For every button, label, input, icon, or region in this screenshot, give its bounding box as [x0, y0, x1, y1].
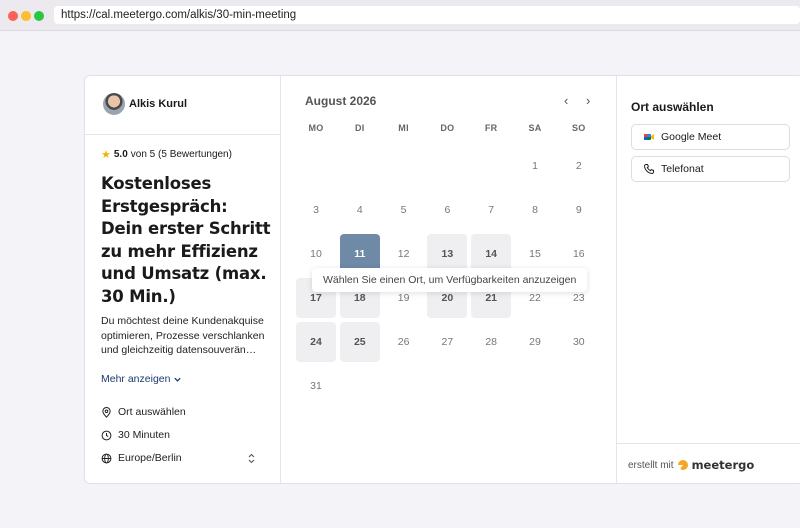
telefonat-label: Telefonat [661, 163, 704, 175]
location-title: Ort auswählen [631, 100, 714, 114]
calendar-day[interactable]: 24 [296, 322, 336, 362]
calendar: August 2026 ‹ › MO DI MI DO FR SA SO 1 2 3 4 5 6 7 8 9… [281, 76, 616, 483]
prev-month-button[interactable]: ‹ [564, 93, 568, 108]
event-title: Kostenloses Erstgespräch: Dein erster Sc… [101, 174, 271, 306]
calendar-day: 7 [488, 204, 495, 216]
meta-location: Ort auswählen [101, 406, 186, 418]
close-window-icon[interactable] [8, 11, 18, 21]
show-more-link[interactable]: Mehr anzeigen [101, 373, 182, 385]
calendar-day[interactable]: 25 [339, 322, 380, 362]
month-label: August 2026 [305, 94, 377, 108]
maximize-window-icon[interactable] [34, 11, 44, 21]
rating-score: 5.0 [113, 149, 128, 160]
meta-duration: 30 Minuten [101, 429, 170, 441]
availability-tooltip: Wählen Sie einen Ort, um Verfügbarkeiten… [312, 268, 588, 292]
rating: ★ 5.0 von 5 (5 Bewertungen) [101, 148, 232, 161]
calendar-day: 30 [572, 336, 585, 348]
made-with-label: erstellt mit [628, 459, 674, 471]
globe-icon [101, 453, 112, 463]
timezone-label: Europe/Berlin [118, 452, 182, 464]
branding-footer: erstellt mit meetergo [617, 443, 800, 483]
chevron-up-down-icon[interactable] [247, 453, 256, 466]
calendar-day: 31 [310, 380, 322, 392]
calendar-day: 8 [532, 204, 538, 216]
calendar-day: 1 [532, 160, 538, 172]
google-meet-icon [644, 134, 654, 140]
location-panel: Ort auswählen Google Meet Telefonat erst… [616, 76, 800, 483]
meta-location-label: Ort auswählen [118, 406, 186, 418]
show-more-label: Mehr anzeigen [101, 373, 171, 385]
weekday-label: SO [571, 123, 586, 133]
calendar-day: 28 [485, 336, 498, 348]
weekday-label: MI [398, 123, 409, 133]
calendar-day: 5 [400, 204, 407, 216]
calendar-day: 2 [575, 160, 582, 172]
calendar-day: 3 [313, 204, 319, 216]
calendar-day: 27 [441, 336, 454, 348]
calendar-day: 26 [397, 336, 410, 348]
calendar-day: 6 [444, 204, 451, 216]
brand-name: meetergo [691, 458, 755, 472]
meetergo-logo-icon [677, 460, 688, 470]
booking-card: Alkis Kurul ★ 5.0 von 5 (5 Bewertungen) … [84, 75, 800, 484]
chevron-down-icon [174, 377, 182, 382]
weekday-label: FR [484, 123, 498, 133]
map-pin-icon [102, 406, 111, 418]
next-month-button[interactable]: › [586, 93, 590, 108]
event-description: Du möchtest deine Kundenakquise optimier… [101, 315, 265, 356]
weekday-label: DI [354, 123, 365, 133]
avatar [103, 93, 125, 115]
calendar-day: 4 [356, 204, 363, 216]
made-with[interactable]: erstellt mit meetergo [628, 458, 754, 472]
location-option-google-meet[interactable]: Google Meet [631, 124, 790, 150]
browser-toolbar: https://cal.meetergo.com/alkis/30-min-me… [0, 0, 800, 31]
meta-duration-label: 30 Minuten [118, 429, 170, 441]
location-option-telefonat[interactable]: Telefonat [631, 156, 790, 182]
star-icon: ★ [101, 149, 111, 161]
weekday-label: DO [440, 123, 455, 133]
event-info-panel: Alkis Kurul ★ 5.0 von 5 (5 Bewertungen) … [85, 76, 281, 483]
host-name: Alkis Kurul [129, 98, 188, 110]
rating-details: von 5 (5 Bewertungen) [130, 149, 232, 160]
calendar-day: 9 [575, 204, 582, 216]
weekday-label: SA [528, 123, 542, 133]
weekday-label: MO [308, 123, 324, 133]
minimize-window-icon[interactable] [21, 11, 31, 21]
address-bar[interactable]: https://cal.meetergo.com/alkis/30-min-me… [54, 6, 800, 24]
calendar-day: 29 [529, 336, 541, 348]
phone-icon [643, 164, 654, 175]
clock-icon [101, 430, 112, 440]
host-header: Alkis Kurul [85, 76, 280, 135]
timezone-selector[interactable]: Europe/Berlin [101, 452, 182, 464]
google-meet-label: Google Meet [661, 131, 722, 143]
